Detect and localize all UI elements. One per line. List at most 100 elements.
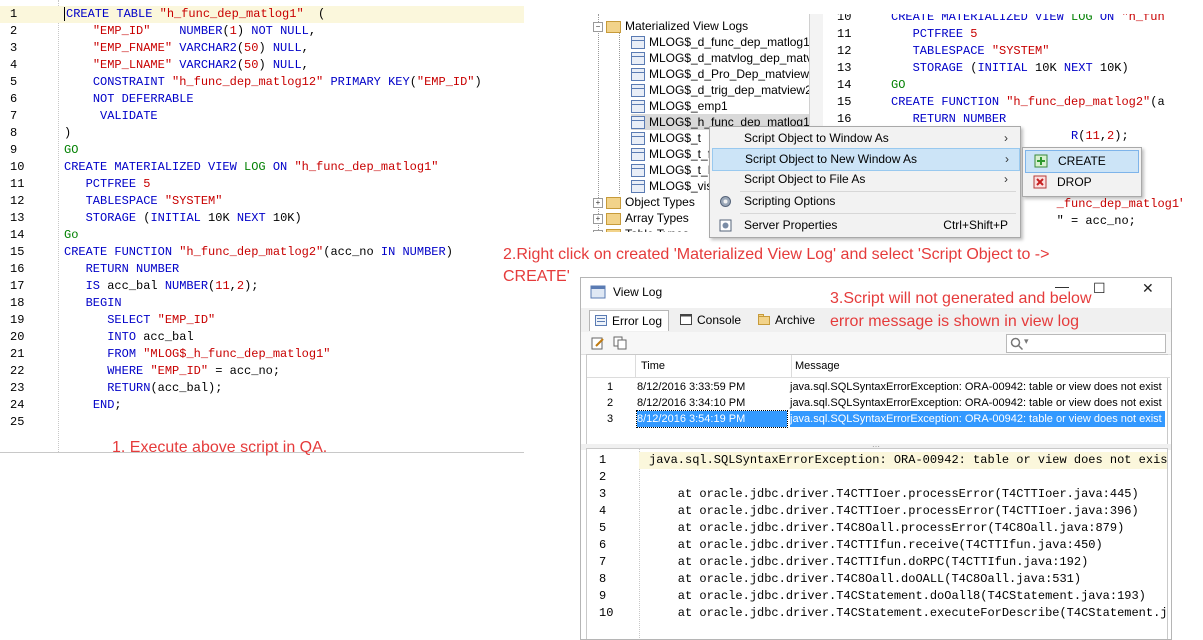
menu-item-script-to-file[interactable]: Script Object to File As › [712,169,1018,190]
column-header-message[interactable]: Message [792,355,1170,378]
code-text: "EMP_LNAME" VARCHAR2(50) NULL, [92,58,309,72]
line-number: 5 [10,75,18,89]
error-detail-view[interactable]: 1 java.sql.SQLSyntaxErrorException: ORA-0… [586,448,1168,639]
code-text: FROM "MLOG$_h_func_dep_matlog1" [107,347,331,361]
view-log-title: View Log [613,285,663,299]
line-number: 14 [10,228,25,242]
table-row[interactable]: 1 8/12/2016 3:33:59 PM java.sql.SQLSyntaxE… [587,379,1167,395]
edit-icon[interactable] [591,336,605,350]
menu-item-scripting-options[interactable]: Scripting Options [712,191,1018,212]
code-line: 23 RETURN(acc_bal); [0,380,524,397]
collapse-toggle-icon[interactable]: − [593,21,603,32]
column-header-index [587,355,636,378]
code-text: CREATE FUNCTION "h_func_dep_matlog2"(acc… [64,245,453,259]
search-input[interactable]: ▾ [1006,334,1166,353]
code-line: 8) [0,125,524,142]
line-number: 2 [10,24,18,38]
column-header-time[interactable]: Time [636,355,792,378]
tab-error-log[interactable]: Error Log [589,310,670,331]
code-line: 20 INTO acc_bal [0,329,524,346]
tab-archive[interactable]: Archive [753,310,821,330]
expand-toggle-icon[interactable]: + [593,197,603,208]
table-row[interactable]: 3 8/12/2016 3:54:19 PM java.sql.SQLSyntaxE… [587,410,1167,428]
tree-guide-line-child [619,30,620,194]
row-time: 8/12/2016 3:54:19 PM [636,410,788,428]
line-number: 14 [837,78,852,92]
line-number: 4 [599,504,607,518]
code-line: 9 GO [0,142,524,159]
tab-console[interactable]: Console [675,310,747,330]
menu-shortcut: Ctrl+Shift+P [943,218,1008,232]
line-number: 12 [837,44,852,58]
tree-item-mlog[interactable]: MLOG$_emp1 [631,98,728,114]
line-number: 10 [837,14,852,24]
submenu-label: CREATE [1058,154,1106,168]
tree-item-mlog[interactable]: MLOG$_t_Pr [631,162,720,178]
folder-icon [606,196,621,209]
dropdown-arrow-icon[interactable]: ▾ [1024,336,1029,347]
line-number: 23 [10,381,25,395]
annotation-step-2-line-1: 2.Right click on created 'Materialized V… [503,246,1050,263]
line-number: 9 [599,589,607,603]
tree-item-mlog[interactable]: MLOG$_t_fu [631,146,718,162]
tree-folder[interactable]: + Array Types [593,210,689,226]
code-text: CONSTRAINT "h_func_dep_matlog12" PRIMARY… [92,75,482,89]
tree-folder[interactable]: + Object Types [593,194,695,210]
code-text: SELECT "EMP_ID" [107,313,216,327]
tab-label: Console [697,313,742,327]
tree-item-mlog[interactable]: MLOG$_d_func_dep_matlog1 [631,34,809,50]
tree-item-mlog[interactable]: MLOG$_d_matvlog_dep_matvie [631,50,809,66]
line-number: 11 [10,177,25,191]
line-number: 6 [599,538,607,552]
tab-label: Error Log [612,314,663,328]
gear-icon [720,196,731,207]
tree-folder[interactable]: + Table Types [593,226,689,232]
tree-item-mlog[interactable]: MLOG$_t [631,130,701,146]
expand-toggle-icon[interactable]: + [593,213,603,224]
submenu-item-create[interactable]: CREATE [1025,150,1139,173]
tree-item-mlog[interactable]: MLOG$_visit [631,178,718,194]
tree-folder-materialized-view-logs[interactable]: − Materialized View Logs [593,18,748,34]
tree-item-mlog[interactable]: MLOG$_d_trig_dep_matview2 [631,82,809,98]
stack-trace-text: java.sql.SQLSyntaxErrorException: ORA-00… [649,453,1168,467]
code-text: BEGIN [85,296,122,310]
detail-line: 7 at oracle.jdbc.driver.T4CTTIfun.doRPC(… [587,554,1167,571]
code-line: 15 CREATE FUNCTION "h_func_dep_matlog2"(a [823,94,1183,111]
menu-item-server-properties[interactable]: Server Properties Ctrl+Shift+P [712,215,1018,236]
folder-icon [606,212,621,225]
line-number: 8 [10,126,18,140]
code-text: RETURN NUMBER [85,262,180,276]
menu-item-script-to-new-window[interactable]: Script Object to New Window As › [712,148,1020,171]
detail-line: 5 at oracle.jdbc.driver.T4C8Oall.process… [587,520,1167,537]
detail-line: 4 at oracle.jdbc.driver.T4CTTIoer.proces… [587,503,1167,520]
chevron-right-icon: › [1005,152,1009,166]
code-text: IS acc_bal NUMBER(11,2); [85,279,259,293]
row-number: 1 [607,381,614,393]
line-number: 4 [10,58,18,72]
submenu-script-as: CREATE DROP [1022,147,1142,197]
error-log-grid[interactable]: Time Message 1 8/12/2016 3:33:59 PM java.s… [586,354,1170,448]
close-button[interactable]: ✕ [1142,280,1154,297]
annotation-step-3-line-2: error message is shown in view log [830,313,1079,330]
code-line: 11 PCTFREE 5 [823,26,1183,43]
line-number: 1 [599,453,607,467]
row-time: 8/12/2016 3:33:59 PM [637,381,746,393]
tree-item-mlog[interactable]: MLOG$_d_Pro_Dep_matviewlog [631,66,809,82]
code-line: 10 CREATE MATERIALIZED VIEW LOG ON "h_fun… [0,159,524,176]
line-number: 8 [599,572,607,586]
expand-toggle-icon[interactable]: + [593,229,603,232]
stack-trace-text: at oracle.jdbc.driver.T4CTTIoer.processE… [649,504,1139,518]
error-log-icon [595,315,607,326]
menu-item-script-to-window[interactable]: Script Object to Window As › [712,128,1018,149]
submenu-item-drop[interactable]: DROP [1025,172,1137,193]
detail-line: 2 [587,469,1167,486]
table-row[interactable]: 2 8/12/2016 3:34:10 PM java.sql.SQLSyntaxE… [587,395,1167,411]
code-line: 11 PCTFREE 5 [0,176,524,193]
left-sql-editor[interactable]: 1 CREATE TABLE "h_func_dep_matlog1" (2 "E… [0,0,524,453]
copy-icon[interactable] [613,336,627,350]
line-number: 22 [10,364,25,378]
context-menu: Script Object to Window As › Script Obje… [709,126,1021,238]
maximize-button[interactable]: ☐ [1093,280,1106,297]
code-line: 12 TABLESPACE "SYSTEM" [0,193,524,210]
code-line: 16 RETURN NUMBER [0,261,524,278]
